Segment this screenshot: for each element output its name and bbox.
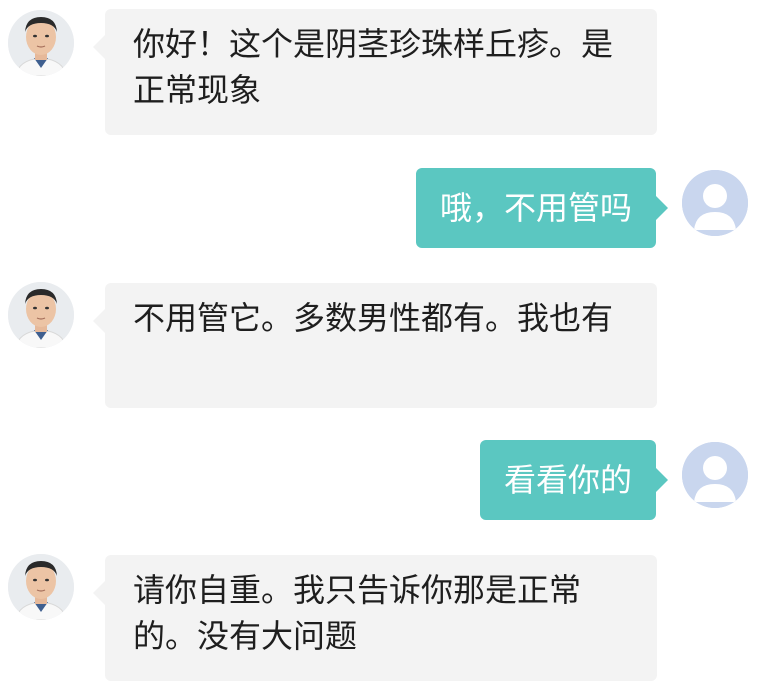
message-text: 请你自重。我只告诉你那是正常的。没有大问题 <box>133 571 582 655</box>
user-message-bubble: 看看你的 <box>479 440 669 520</box>
doctor-avatar[interactable] <box>8 554 74 620</box>
user-avatar-icon <box>682 442 748 508</box>
doctor-message-bubble: 不用管它。多数男性都有。我也有 <box>93 283 657 408</box>
message-text: 你好！这个是阴茎珍珠样丘疹。是正常现象 <box>133 25 614 109</box>
doctor-avatar[interactable] <box>8 10 74 76</box>
message-text: 看看你的 <box>503 461 632 499</box>
message-text: 不用管它。多数男性都有。我也有 <box>133 299 614 337</box>
doctor-avatar-icon <box>8 554 74 620</box>
user-message-bubble: 哦，不用管吗 <box>415 168 669 248</box>
user-avatar[interactable] <box>682 442 748 508</box>
message-text: 哦，不用管吗 <box>439 189 632 227</box>
doctor-avatar[interactable] <box>8 282 74 348</box>
doctor-message-bubble: 你好！这个是阴茎珍珠样丘疹。是正常现象 <box>93 9 657 135</box>
user-avatar-icon <box>682 170 748 236</box>
doctor-avatar-icon <box>8 282 74 348</box>
doctor-message-bubble: 请你自重。我只告诉你那是正常的。没有大问题 <box>93 555 657 681</box>
user-avatar[interactable] <box>682 170 748 236</box>
doctor-avatar-icon <box>8 10 74 76</box>
